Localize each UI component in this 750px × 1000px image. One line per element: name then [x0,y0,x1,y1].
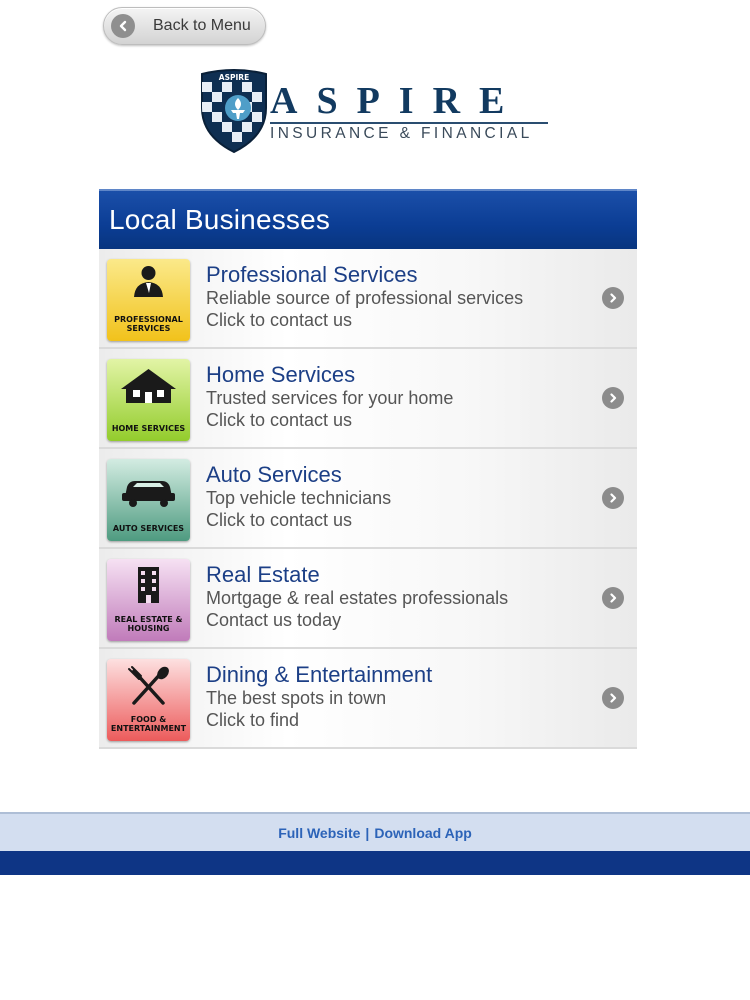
section-title: Local Businesses [109,204,331,235]
dining-entertainment-thumbnail: FOOD & ENTERTAINMENT [107,659,190,741]
footer-bar [0,851,750,875]
thumb-caption: FOOD & ENTERTAINMENT [110,715,187,733]
full-website-link[interactable]: Full Website [278,825,360,841]
item-title: Auto Services [206,462,342,487]
back-to-menu-button[interactable]: Back to Menu [103,7,266,45]
thumb-caption: HOME SERVICES [111,424,186,433]
item-title: Professional Services [206,262,418,287]
building-icon [138,567,159,603]
chevron-right-icon [602,587,624,609]
footer-links-bar: Full Website | Download App [0,812,750,851]
list-item-professional-services[interactable]: PROFESSIONAL SERVICES Professional Servi… [99,249,637,349]
panel-header: Local Businesses [99,189,637,249]
list-item-home-services[interactable]: HOME SERVICES Home Services Trusted serv… [99,349,637,449]
back-button-label: Back to Menu [153,17,251,34]
chevron-right-icon [602,487,624,509]
real-estate-thumbnail: REAL ESTATE & HOUSING [107,559,190,641]
item-subtitle: Top vehicle technicians [206,488,392,508]
item-subtitle: Trusted services for your home [206,388,454,408]
shield-text: ASPIRE [219,73,249,82]
item-action-text: Click to find [206,710,300,730]
download-app-link[interactable]: Download App [374,825,471,841]
item-action-text: Click to contact us [206,410,353,430]
footer-separator: | [365,824,370,841]
brand-tagline: INSURANCE & FINANCIAL [270,125,533,142]
list-item-dining-entertainment[interactable]: FOOD & ENTERTAINMENT Dining & Entertainm… [99,649,637,749]
brand-divider [270,122,548,124]
professional-services-thumbnail: PROFESSIONAL SERVICES [107,259,190,341]
chevron-right-icon [602,687,624,709]
company-logo: ASPIRE ASPIRE INSURANCE & FINANCIAL [198,68,558,156]
list-item-auto-services[interactable]: AUTO SERVICES Auto Services Top vehicle … [99,449,637,549]
item-action-text: Contact us today [206,610,342,630]
shield-logo-icon: ASPIRE [201,69,267,154]
thumb-caption: REAL ESTATE & HOUSING [114,615,183,633]
item-action-text: Click to contact us [206,310,353,330]
arrow-left-icon [111,14,135,38]
brand-name: ASPIRE [270,80,524,122]
local-businesses-panel: Local Businesses PROFESSIONAL SERVICES P… [99,189,637,749]
item-title: Dining & Entertainment [206,662,433,687]
item-action-text: Click to contact us [206,510,353,530]
chevron-right-icon [602,287,624,309]
auto-services-thumbnail: AUTO SERVICES [107,459,190,541]
thumb-caption: AUTO SERVICES [112,524,185,533]
list-item-real-estate[interactable]: REAL ESTATE & HOUSING Real Estate Mortga… [99,549,637,649]
item-title: Home Services [206,362,356,387]
item-subtitle: The best spots in town [206,688,387,708]
item-subtitle: Reliable source of professional services [206,288,524,308]
item-subtitle: Mortgage & real estates professionals [206,588,509,608]
chevron-right-icon [602,387,624,409]
thumb-caption: PROFESSIONAL SERVICES [114,315,183,333]
home-services-thumbnail: HOME SERVICES [107,359,190,441]
item-title: Real Estate [206,562,320,587]
